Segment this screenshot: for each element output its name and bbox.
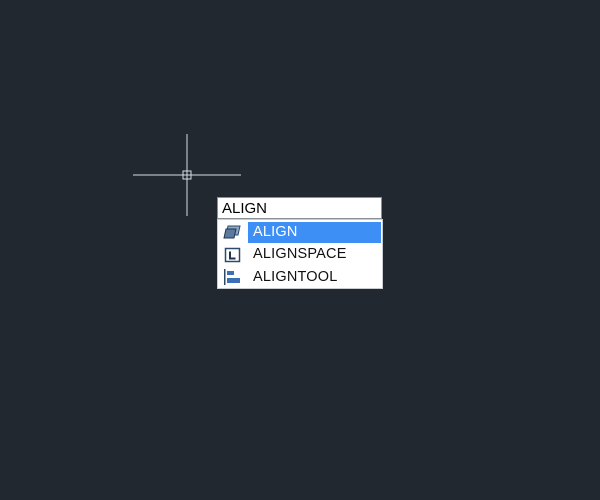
- align-tool-icon: [218, 266, 248, 288]
- suggestion-label: ALIGNSPACE: [253, 246, 347, 263]
- suggestion-item-align[interactable]: ALIGN: [218, 221, 382, 244]
- align-space-icon: [218, 244, 248, 266]
- command-input[interactable]: [217, 197, 382, 219]
- suggestion-label: ALIGNTOOL: [253, 268, 338, 285]
- suggestion-item-aligntool[interactable]: ALIGNTOOL: [218, 266, 382, 289]
- suggestion-item-alignspace[interactable]: ALIGNSPACE: [218, 244, 382, 267]
- suggestion-label: ALIGN: [248, 221, 381, 243]
- command-suggestion-list: ALIGN ALIGNSPACE ALIGNTOOL: [217, 219, 383, 289]
- drawing-canvas[interactable]: ALIGN ALIGNSPACE ALIGNTOOL: [0, 0, 600, 500]
- align-3d-icon: [218, 221, 248, 243]
